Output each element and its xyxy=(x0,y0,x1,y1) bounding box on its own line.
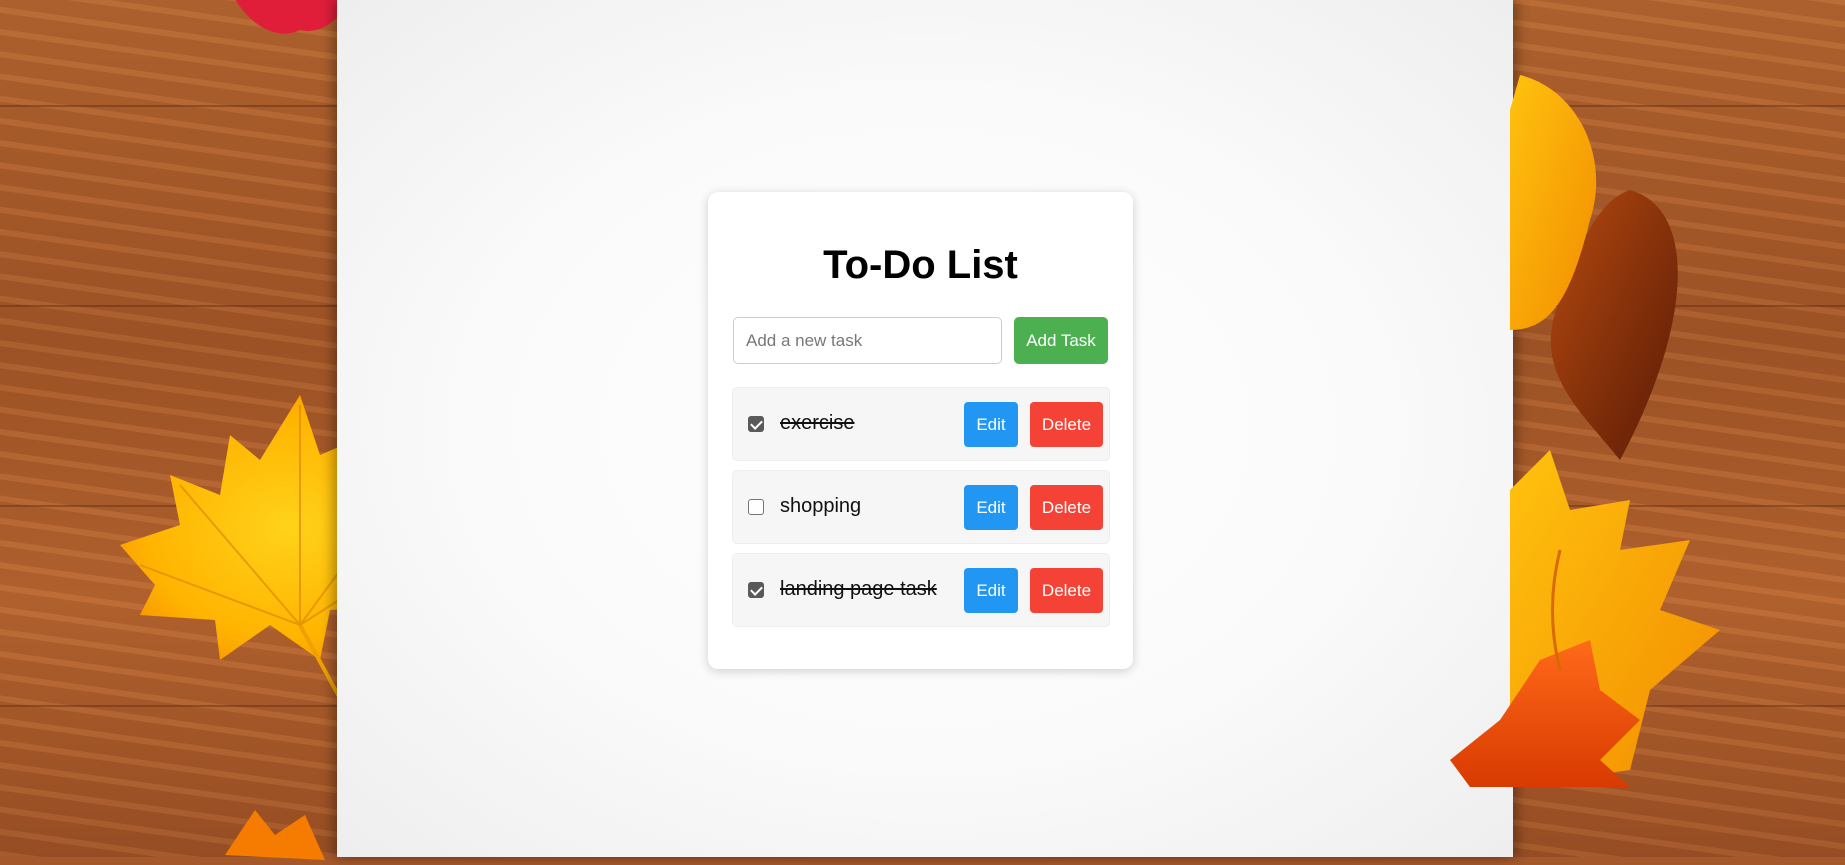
task-item: landing page task Edit Delete xyxy=(732,553,1110,627)
task-checkbox[interactable] xyxy=(748,499,764,515)
edit-button[interactable]: Edit xyxy=(964,485,1018,530)
edit-button[interactable]: Edit xyxy=(964,568,1018,613)
task-checkbox[interactable] xyxy=(748,416,764,432)
task-checkbox[interactable] xyxy=(748,582,764,598)
task-text: landing page task xyxy=(780,578,937,600)
task-text: exercise xyxy=(780,412,855,434)
delete-button[interactable]: Delete xyxy=(1030,402,1103,447)
add-task-button[interactable]: Add Task xyxy=(1014,317,1108,364)
delete-button[interactable]: Delete xyxy=(1030,568,1103,613)
todo-card: To-Do List Add Task exercise Edit Delete… xyxy=(708,192,1133,669)
task-item: shopping Edit Delete xyxy=(732,470,1110,544)
page-title: To-Do List xyxy=(823,243,1018,287)
orange-leaf-decoration xyxy=(225,810,325,860)
autumn-leaves-right-decoration xyxy=(1450,75,1720,787)
task-item: exercise Edit Delete xyxy=(732,387,1110,461)
delete-button[interactable]: Delete xyxy=(1030,485,1103,530)
task-list: exercise Edit Delete shopping Edit Delet… xyxy=(732,387,1110,636)
new-task-input[interactable] xyxy=(733,317,1002,364)
task-text: shopping xyxy=(780,495,862,517)
edit-button[interactable]: Edit xyxy=(964,402,1018,447)
